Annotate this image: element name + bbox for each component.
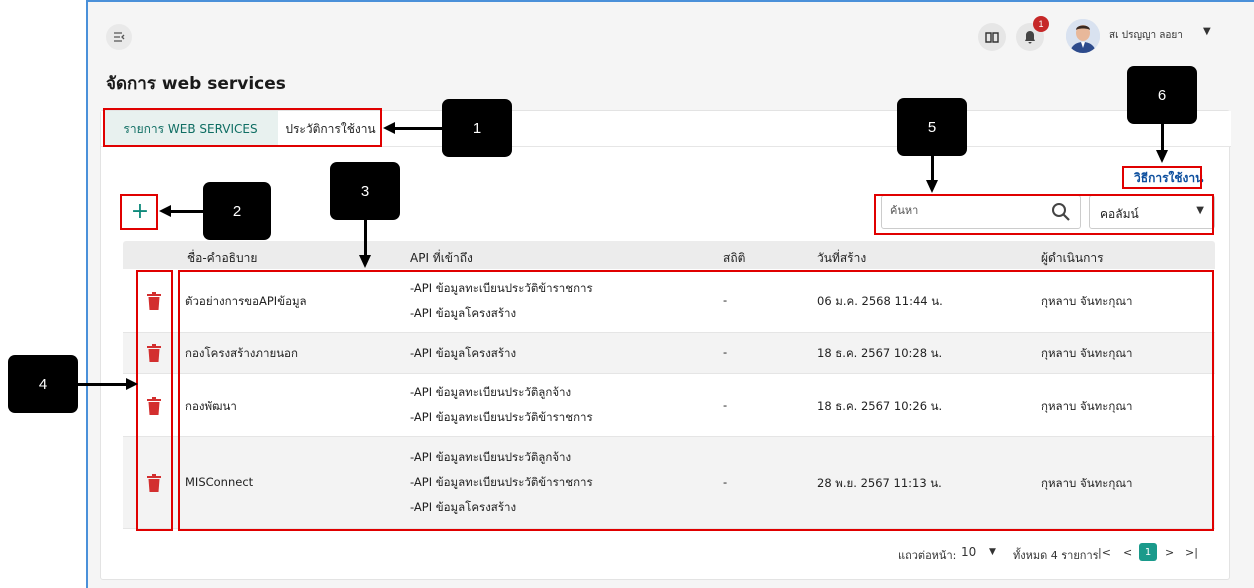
user-prefix: สเ — [1109, 30, 1119, 41]
current-page-button[interactable]: 1 — [1139, 543, 1157, 561]
annotation-box-add — [120, 194, 158, 230]
notification-badge: 1 — [1033, 16, 1049, 32]
screenshot-root: 1 สเ ปรญญา ลอยา ▼ จัดการ web services รา… — [0, 0, 1254, 588]
callout-6: 6 — [1127, 66, 1197, 124]
callout-1: 1 — [442, 99, 512, 157]
arrow-6 — [1161, 124, 1164, 151]
next-page-icon[interactable]: > — [1165, 546, 1174, 559]
callout-2: 2 — [203, 182, 271, 240]
prev-page-icon[interactable]: < — [1123, 546, 1132, 559]
avatar[interactable] — [1066, 19, 1100, 53]
arrow-3-head — [359, 255, 371, 268]
arrow-6-head — [1156, 150, 1168, 163]
first-page-icon[interactable]: |< — [1098, 546, 1111, 559]
arrow-4 — [78, 383, 126, 386]
menu-toggle-button[interactable] — [106, 24, 132, 50]
rows-per-page-select[interactable]: 10 — [961, 545, 976, 559]
table-header: ชื่อ-คำอธิบาย API ที่เข้าถึง สถิติ วันที… — [123, 241, 1215, 269]
column-header-operator: ผู้ดำเนินการ — [1041, 251, 1104, 265]
arrow-5-head — [926, 180, 938, 193]
arrow-2 — [170, 210, 203, 213]
user-avatar-icon — [1066, 19, 1100, 53]
annotation-box-search — [874, 194, 1214, 235]
column-header-created: วันที่สร้าง — [817, 251, 867, 265]
bell-icon — [1025, 31, 1035, 44]
arrow-1 — [394, 127, 442, 130]
annotation-box-rows — [178, 270, 1214, 531]
column-header-stats: สถิติ — [723, 251, 746, 265]
rows-per-page-label: แถวต่อหน้า: — [898, 549, 957, 562]
annotation-box-howto — [1122, 166, 1202, 189]
callout-4: 4 — [8, 355, 78, 413]
arrow-1-head — [383, 122, 395, 134]
total-count: ทั้งหมด 4 รายการ — [1013, 549, 1099, 562]
arrow-3 — [364, 220, 367, 256]
manual-button[interactable] — [978, 23, 1006, 51]
callout-5: 5 — [897, 98, 967, 156]
arrow-2-head — [159, 205, 171, 217]
arrow-4-head — [126, 378, 138, 390]
last-page-icon[interactable]: >| — [1185, 546, 1198, 559]
book-icon — [985, 32, 999, 43]
user-name-text: ปรญญา ลอยา — [1121, 30, 1183, 41]
arrow-5 — [931, 156, 934, 181]
column-header-api: API ที่เข้าถึง — [410, 251, 473, 265]
chevron-down-icon[interactable]: ▼ — [1203, 26, 1211, 37]
chevron-down-icon[interactable]: ▼ — [989, 547, 996, 557]
column-header-name: ชื่อ-คำอธิบาย — [187, 251, 258, 265]
menu-collapse-icon — [114, 32, 125, 42]
callout-3: 3 — [330, 162, 400, 220]
page-title: จัดการ web services — [106, 74, 286, 94]
pagination-bar: แถวต่อหน้า: 10 ▼ ทั้งหมด 4 รายการ |< < 1… — [123, 537, 1215, 569]
annotation-box-tabs — [103, 108, 382, 147]
user-name[interactable]: สเ ปรญญา ลอยา — [1109, 28, 1183, 43]
annotation-box-delete — [136, 270, 173, 531]
